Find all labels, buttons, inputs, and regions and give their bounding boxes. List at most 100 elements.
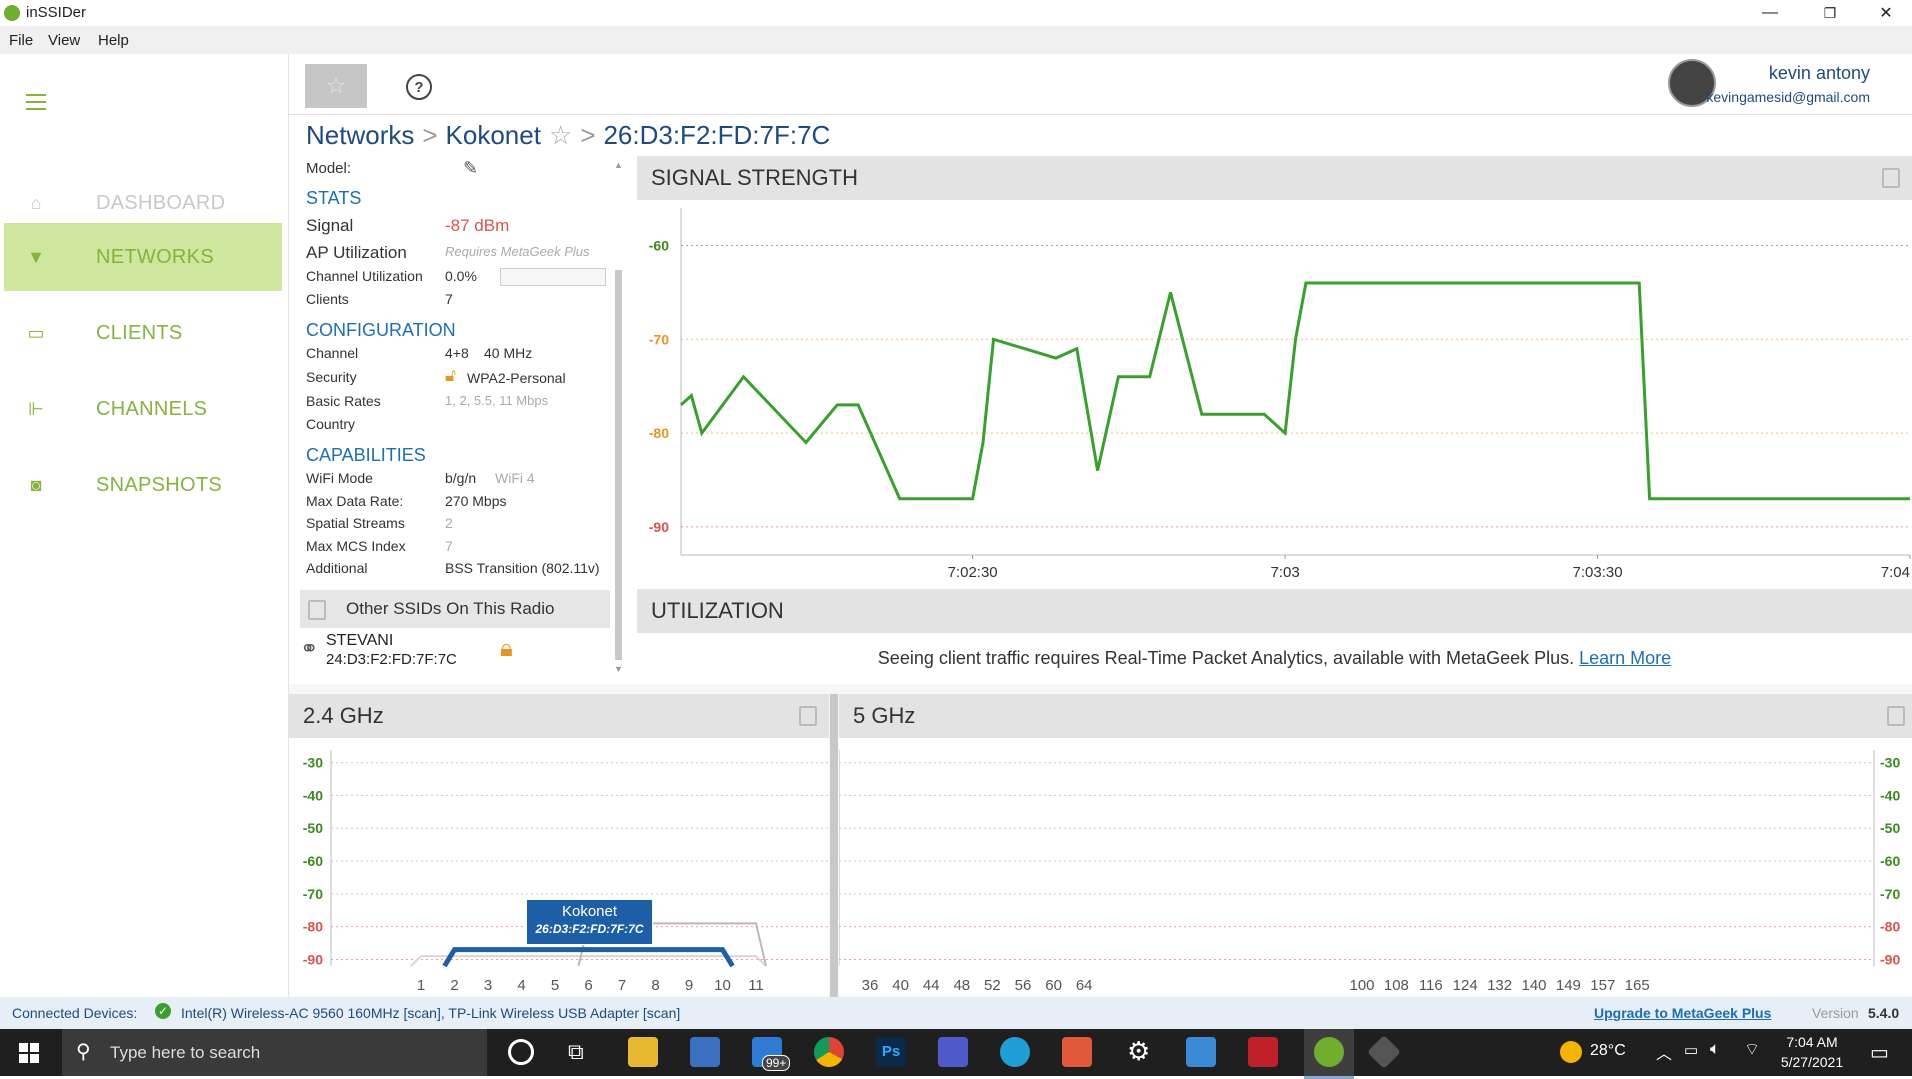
x-tick-label: 10	[714, 977, 731, 994]
additional-value: BSS Transition (802.11v)	[445, 560, 600, 576]
copy-icon[interactable]	[1887, 706, 1905, 726]
upgrade-link[interactable]: Upgrade to MetaGeek Plus	[1594, 1005, 1771, 1021]
clock-time[interactable]: 7:04 AM	[1770, 1034, 1854, 1050]
user-email: kevingamesid@gmail.com	[1706, 89, 1870, 105]
sidebar-item-channels[interactable]: ⊩ CHANNELS	[4, 375, 282, 443]
chrome-icon[interactable]	[814, 1037, 844, 1067]
copy-icon[interactable]	[1882, 168, 1900, 188]
breadcrumb-network[interactable]: Kokonet	[446, 120, 541, 151]
x-tick-label: 165	[1625, 977, 1650, 994]
store-icon[interactable]	[690, 1037, 720, 1067]
sidebar-item-networks[interactable]: ▼ NETWORKS	[4, 223, 282, 291]
x-tick-label: 52	[984, 977, 1001, 994]
weather-temp[interactable]: 28°C	[1590, 1042, 1626, 1060]
restore-button[interactable]: ❐	[1802, 0, 1858, 26]
sidebar-item-snapshots[interactable]: ◙ SNAPSHOTS	[4, 451, 282, 519]
hamburger-menu-icon[interactable]	[26, 94, 46, 110]
task-view-icon[interactable]: ⧉	[568, 1039, 584, 1065]
max-data-rate-value: 270 Mbps	[445, 493, 507, 509]
x-tick-label: 116	[1419, 977, 1443, 994]
teams-icon[interactable]	[938, 1037, 968, 1067]
menu-view[interactable]: View	[48, 32, 80, 49]
network-channel-trace	[410, 955, 767, 967]
x-tick-label: 60	[1045, 977, 1062, 994]
menu-help[interactable]: Help	[98, 32, 129, 49]
breadcrumb: Networks > Kokonet ☆ > 26:D3:F2:FD:7F:7C	[306, 120, 830, 151]
binoculars-icon[interactable]: ⚭	[300, 636, 318, 662]
band-24-title: 2.4 GHz	[303, 703, 384, 728]
volume-icon[interactable]: 🔈︎	[1710, 1039, 1720, 1059]
settings-gear-icon[interactable]: ⚙	[1127, 1036, 1150, 1067]
country-label: Country	[306, 416, 356, 432]
taskbar-search[interactable]: ⚲ Type here to search	[62, 1029, 487, 1076]
x-tick-label: 5	[551, 977, 559, 994]
y-tick-label: -90	[649, 519, 669, 535]
minimize-button[interactable]: —	[1742, 0, 1798, 26]
copy-icon[interactable]	[308, 600, 326, 620]
chevron-up-icon[interactable]: ︿	[1656, 1040, 1672, 1064]
help-icon[interactable]: ?	[406, 74, 432, 100]
x-tick-label: 7	[618, 977, 626, 994]
search-placeholder: Type here to search	[110, 1043, 261, 1062]
clients-value: 7	[445, 291, 453, 307]
y-tick-label-right: -80	[1880, 919, 1900, 935]
scroll-down-icon: ▼	[614, 664, 623, 674]
signal-value: -87 dBm	[445, 216, 510, 235]
signal-series-line	[680, 281, 1910, 501]
edge-icon[interactable]	[1000, 1037, 1030, 1067]
network-channel-trace	[442, 947, 735, 968]
details-scrollbar[interactable]: ▲ ▼	[614, 160, 623, 674]
list-item[interactable]: ⚭ STEVANI 24:D3:F2:FD:7F:7C 🔒︎	[300, 630, 610, 674]
signal-strength-title: SIGNAL STRENGTH	[651, 165, 858, 190]
snipping-tool-icon[interactable]	[1062, 1037, 1092, 1067]
x-tick-label: 1	[417, 977, 425, 994]
favorite-button[interactable]: ☆	[305, 64, 367, 108]
other-ssid-name: STEVANI	[326, 632, 394, 649]
signal-label: Signal	[306, 216, 354, 235]
status-bar: Connected Devices: ✓ Intel(R) Wireless-A…	[0, 997, 1912, 1029]
copy-icon[interactable]	[799, 706, 817, 726]
y-tick-label: -40	[303, 787, 323, 803]
band-5-title: 5 GHz	[853, 703, 916, 728]
close-button[interactable]: ✕	[1858, 0, 1912, 26]
x-tick-label: 9	[685, 977, 693, 994]
x-tick-label: 40	[892, 977, 909, 994]
network-icon[interactable]: ⌔	[1744, 1039, 1760, 1060]
panel-splitter[interactable]	[830, 694, 838, 997]
max-mcs-value: 7	[445, 538, 453, 554]
inssider-taskbar-button[interactable]	[1304, 1029, 1354, 1079]
breadcrumb-bssid: 26:D3:F2:FD:7F:7C	[603, 120, 831, 150]
y-tick-label: -80	[649, 425, 669, 441]
x-tick-label: 132	[1487, 977, 1512, 994]
windows-start-icon[interactable]	[19, 1043, 39, 1063]
notification-icon[interactable]: ▭	[1870, 1040, 1889, 1065]
channel-utilization-value: 0.0%	[445, 268, 477, 284]
channels-icon: ⊩	[28, 398, 44, 419]
menu-file[interactable]: File	[9, 32, 33, 49]
band-24-chart: -30 -40 -50 -60 -70 -80 -90 1 2 3 4 5 6 7 8 9 10 11	[289, 738, 829, 996]
clock-date[interactable]: 5/27/2021	[1770, 1054, 1854, 1070]
chevron-right-icon: >	[422, 120, 438, 150]
wifi-icon: ▼	[27, 246, 45, 267]
spatial-streams-label: Spatial Streams	[306, 515, 405, 531]
app-red-icon[interactable]	[1248, 1037, 1278, 1067]
app-hex-icon[interactable]	[1367, 1035, 1401, 1069]
file-explorer-icon[interactable]	[628, 1037, 658, 1067]
favorite-star-icon[interactable]: ☆	[549, 120, 572, 151]
stats-heading: STATS	[306, 188, 362, 208]
photos-icon[interactable]	[1186, 1037, 1216, 1067]
photoshop-icon[interactable]: Ps	[876, 1037, 906, 1067]
y-tick-label: -90	[303, 951, 323, 967]
sidebar-item-label: DASHBOARD	[96, 191, 226, 214]
battery-icon[interactable]: ▭	[1684, 1041, 1698, 1059]
wifi-generation: WiFi 4	[495, 470, 535, 486]
weather-icon	[1560, 1041, 1582, 1063]
sidebar-item-clients[interactable]: ▭ CLIENTS	[4, 299, 282, 367]
connected-devices-label: Connected Devices:	[12, 1005, 138, 1021]
title-bar: inSSIDer — ❐ ✕	[0, 0, 1912, 26]
breadcrumb-networks[interactable]: Networks	[306, 120, 414, 151]
edit-pencil-icon[interactable]: ✎	[463, 158, 478, 179]
channel-value: 4+8	[445, 345, 469, 361]
learn-more-link[interactable]: Learn More	[1579, 648, 1671, 668]
cortana-icon[interactable]	[508, 1039, 534, 1065]
